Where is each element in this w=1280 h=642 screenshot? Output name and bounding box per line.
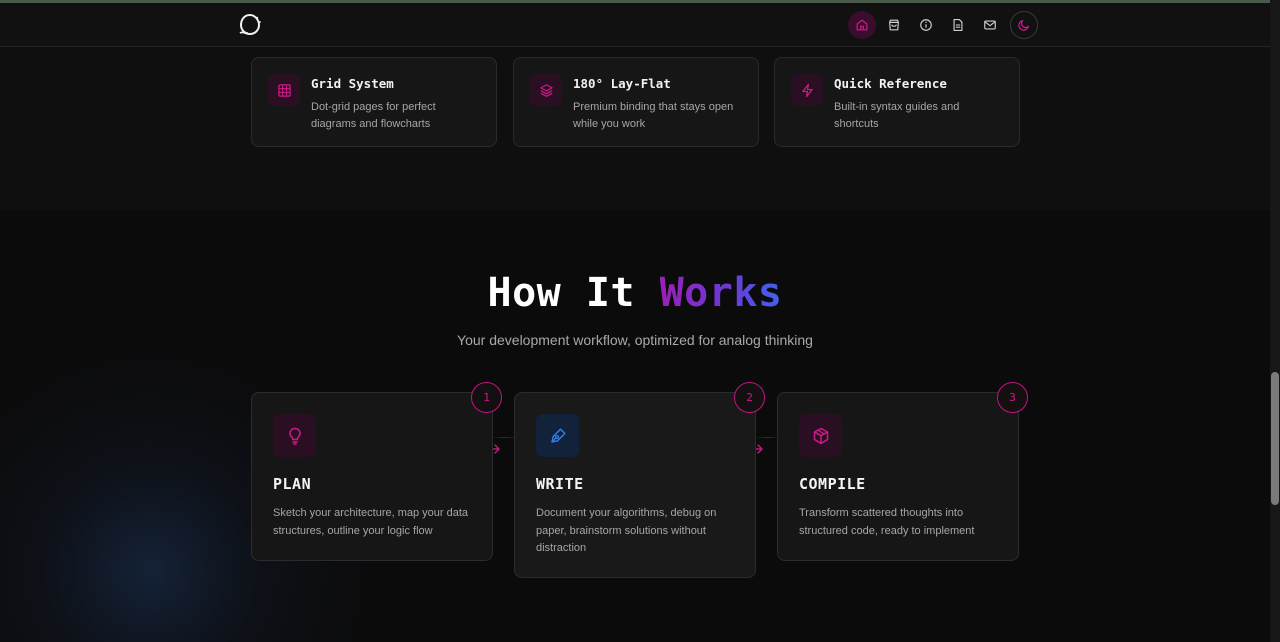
- feature-card-lay-flat: 180° Lay-Flat Premium binding that stays…: [513, 57, 759, 147]
- document-icon: [953, 19, 963, 31]
- step-number-badge: 2: [734, 382, 765, 413]
- step-card-plan: PLAN Sketch your architecture, map your …: [251, 392, 493, 561]
- step-description: Sketch your architecture, map your data …: [273, 507, 469, 537]
- step-description: Document your algorithms, debug on paper…: [536, 507, 717, 554]
- home-icon: [856, 19, 868, 31]
- feature-title: Quick Reference: [834, 76, 947, 91]
- nav-docs-button[interactable]: [944, 11, 972, 39]
- section-title-plain: How It: [487, 270, 660, 316]
- step-description: Transform scattered thoughts into struct…: [799, 507, 975, 537]
- feature-card-grid-system: Grid System Dot-grid pages for perfect d…: [251, 57, 497, 147]
- cube-icon: [799, 414, 842, 457]
- lightning-icon: [791, 74, 823, 106]
- pen-icon: [536, 414, 579, 457]
- step-number-badge: 3: [997, 382, 1028, 413]
- lightbulb-icon: [273, 414, 316, 457]
- feature-description: Premium binding that stays open while yo…: [573, 101, 734, 130]
- layers-icon: [530, 74, 562, 106]
- feature-title: 180° Lay-Flat: [573, 76, 671, 91]
- feature-card-quick-reference: Quick Reference Built-in syntax guides a…: [774, 57, 1020, 147]
- scrollbar-thumb[interactable]: [1271, 372, 1279, 505]
- shopping-bag-icon: [889, 19, 899, 31]
- navbar: [0, 3, 1270, 47]
- mail-icon: [984, 20, 996, 30]
- feature-title: Grid System: [311, 76, 394, 91]
- theme-toggle-button[interactable]: [1010, 11, 1038, 39]
- scrollbar-track[interactable]: [1270, 0, 1280, 642]
- section-subtitle: Your development workflow, optimized for…: [457, 332, 813, 348]
- nav-icon-bar: [848, 11, 1042, 39]
- nav-mail-button[interactable]: [976, 11, 1004, 39]
- step-card-write: WRITE Document your algorithms, debug on…: [514, 392, 756, 578]
- logo-icon[interactable]: [237, 12, 263, 38]
- step-card-compile: COMPILE Transform scattered thoughts int…: [777, 392, 1019, 561]
- feature-description: Dot-grid pages for perfect diagrams and …: [311, 101, 436, 130]
- nav-shop-button[interactable]: [880, 11, 908, 39]
- info-icon: [920, 19, 932, 31]
- nav-home-button[interactable]: [848, 11, 876, 39]
- step-title: COMPILE: [799, 475, 866, 493]
- section-title: How It Works: [0, 270, 1270, 316]
- step-title: PLAN: [273, 475, 312, 493]
- feature-description: Built-in syntax guides and shortcuts: [834, 101, 960, 130]
- section-title-highlight: Works: [659, 270, 783, 316]
- nav-info-button[interactable]: [912, 11, 940, 39]
- grid-icon: [268, 74, 300, 106]
- step-number-badge: 1: [471, 382, 502, 413]
- moon-icon: [1018, 20, 1029, 31]
- step-title: WRITE: [536, 475, 584, 493]
